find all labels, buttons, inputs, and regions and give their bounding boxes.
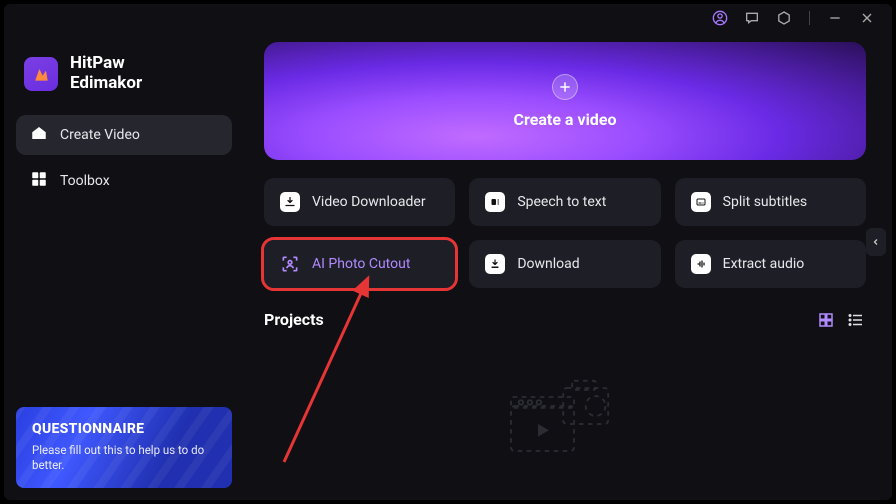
download-media-icon [280,192,300,212]
tool-label: Speech to text [517,194,606,210]
plus-icon [552,74,578,100]
tool-label: Download [517,256,579,272]
view-toggle [816,311,866,329]
sidebar: HitPaw Edimakor Create Video Toolbox QUE… [4,32,244,500]
tool-grid: Video Downloader Speech to text Split su… [264,178,866,288]
tool-label: Extract audio [723,256,805,272]
split-subtitles-icon [691,192,711,212]
promo-subtitle: Please fill out this to help us to do be… [32,443,216,474]
sidebar-item-label: Toolbox [60,173,110,189]
tool-label: AI Photo Cutout [312,256,410,272]
download-icon [485,254,505,274]
feedback-icon[interactable] [743,9,761,27]
questionnaire-promo[interactable]: QUESTIONNAIRE Please fill out this to he… [16,407,232,488]
home-icon [30,124,48,146]
projects-empty-illustration [264,329,866,490]
account-icon[interactable] [711,9,729,27]
sidebar-item-label: Create Video [60,127,140,143]
brand: HitPaw Edimakor [16,50,232,115]
app-logo-icon [24,57,58,91]
settings-icon[interactable] [775,9,793,27]
sidebar-item-toolbox[interactable]: Toolbox [16,161,232,201]
hero-label: Create a video [514,110,617,129]
titlebar-separator [809,11,810,25]
tool-label: Split subtitles [723,194,807,210]
list-view-button[interactable] [846,311,866,329]
app-name-line1: HitPaw [70,54,142,74]
toolbox-icon [30,170,48,192]
tool-label: Video Downloader [312,194,426,210]
tool-extract-audio[interactable]: Extract audio [675,240,866,288]
projects-header: Projects [264,310,866,329]
speech-to-text-icon [485,192,505,212]
tool-speech-to-text[interactable]: Speech to text [469,178,660,226]
collapse-toggle[interactable] [866,228,886,256]
close-button[interactable] [858,9,876,27]
tool-split-subtitles[interactable]: Split subtitles [675,178,866,226]
app-name-line2: Edimakor [70,74,142,94]
grid-view-button[interactable] [816,311,836,329]
tool-video-downloader[interactable]: Video Downloader [264,178,455,226]
tool-download[interactable]: Download [469,240,660,288]
tool-ai-photo-cutout[interactable]: AI Photo Cutout [264,240,455,288]
titlebar [4,4,892,32]
projects-title: Projects [264,310,324,329]
app-frame: HitPaw Edimakor Create Video Toolbox QUE… [4,4,892,500]
extract-audio-icon [691,254,711,274]
sidebar-item-create-video[interactable]: Create Video [16,115,232,155]
create-video-hero[interactable]: Create a video [264,42,866,160]
promo-title: QUESTIONNAIRE [32,421,216,437]
ai-cutout-icon [280,254,300,274]
minimize-button[interactable] [826,9,844,27]
main-area: Create a video Video Downloader Speech t… [244,32,892,500]
